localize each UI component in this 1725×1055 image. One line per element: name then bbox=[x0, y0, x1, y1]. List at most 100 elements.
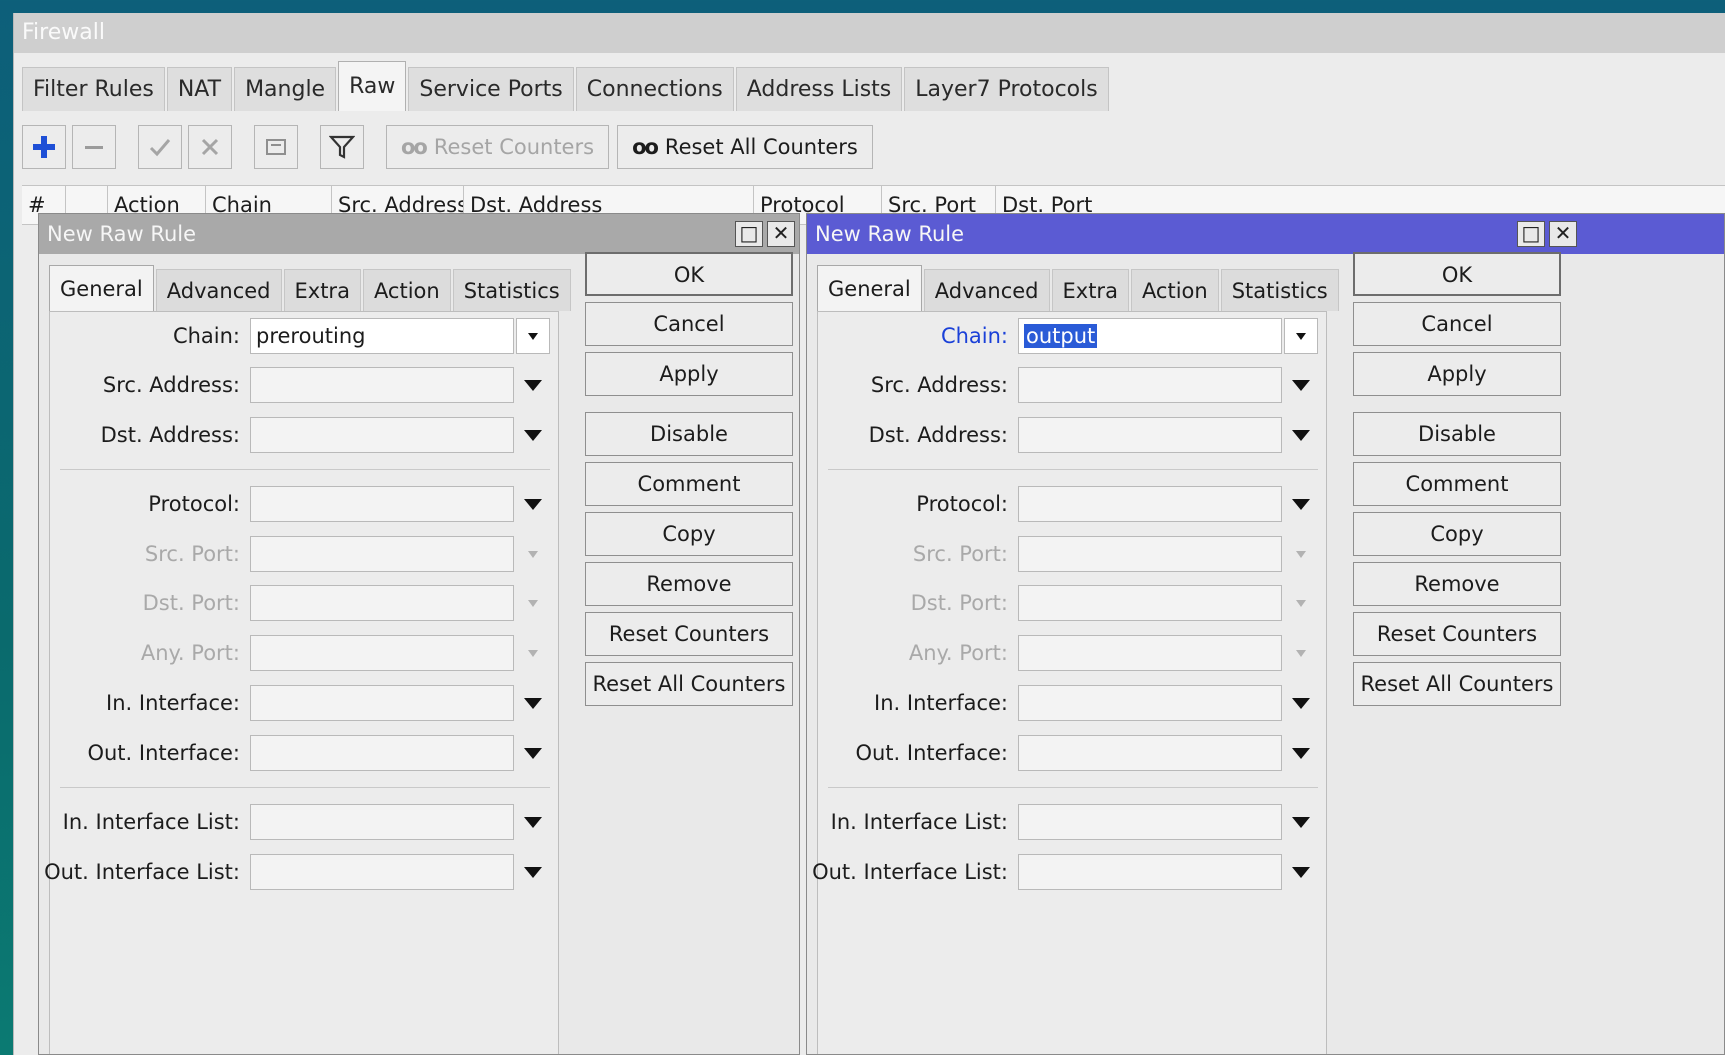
maximize-icon[interactable]: □ bbox=[1517, 221, 1545, 247]
src-port-input[interactable] bbox=[1018, 536, 1282, 572]
remove-button[interactable]: Remove bbox=[1353, 562, 1561, 606]
filter-button[interactable] bbox=[320, 125, 364, 169]
any-port-dropdown-button[interactable] bbox=[516, 635, 550, 671]
ok-button[interactable]: OK bbox=[585, 252, 793, 296]
maximize-icon[interactable]: □ bbox=[735, 221, 763, 247]
add-button[interactable] bbox=[22, 125, 66, 169]
reset-all-counters-button[interactable]: oo Reset All Counters bbox=[617, 125, 873, 169]
src-port-input[interactable] bbox=[250, 536, 514, 572]
protocol-dropdown-button[interactable] bbox=[516, 486, 550, 522]
protocol-dropdown-button[interactable] bbox=[1284, 486, 1318, 522]
src-address-dropdown-button[interactable] bbox=[1284, 367, 1318, 403]
tab-statistics[interactable]: Statistics bbox=[452, 269, 571, 311]
copy-button[interactable]: Copy bbox=[1353, 512, 1561, 556]
out-interface-dropdown-button[interactable] bbox=[516, 735, 550, 771]
tab-layer7-protocols[interactable]: Layer7 Protocols bbox=[904, 67, 1109, 111]
in-interface-list-dropdown-button[interactable] bbox=[1284, 804, 1318, 840]
ok-button[interactable]: OK bbox=[1353, 252, 1561, 296]
protocol-input[interactable] bbox=[250, 486, 514, 522]
out-interface-input[interactable] bbox=[1018, 735, 1282, 771]
tab-nat[interactable]: NAT bbox=[166, 67, 233, 111]
tab-extra[interactable]: Extra bbox=[1051, 269, 1129, 311]
close-icon[interactable]: ✕ bbox=[1549, 221, 1577, 247]
in-interface-list-dropdown-button[interactable] bbox=[516, 804, 550, 840]
tab-connections[interactable]: Connections bbox=[575, 67, 734, 111]
tab-extra[interactable]: Extra bbox=[283, 269, 361, 311]
dst-port-input[interactable] bbox=[1018, 585, 1282, 621]
tab-statistics[interactable]: Statistics bbox=[1220, 269, 1339, 311]
in-interface-dropdown-button[interactable] bbox=[1284, 685, 1318, 721]
close-icon[interactable]: ✕ bbox=[767, 221, 795, 247]
remove-button[interactable] bbox=[72, 125, 116, 169]
disable-button[interactable] bbox=[188, 125, 232, 169]
out-interface-list-dropdown-button[interactable] bbox=[516, 854, 550, 890]
apply-button[interactable]: Apply bbox=[585, 352, 793, 396]
tab-action[interactable]: Action bbox=[362, 269, 451, 311]
tab-advanced[interactable]: Advanced bbox=[923, 269, 1050, 311]
counters-icon: oo bbox=[401, 135, 428, 159]
dst-port-label: Dst. Port: bbox=[910, 591, 1008, 615]
out-interface-dropdown-button[interactable] bbox=[1284, 735, 1318, 771]
tab-raw[interactable]: Raw bbox=[338, 61, 407, 111]
reset-counters-button[interactable]: Reset Counters bbox=[585, 612, 793, 656]
out-interface-input[interactable] bbox=[250, 735, 514, 771]
dst-address-input[interactable] bbox=[250, 417, 514, 453]
cancel-button[interactable]: Cancel bbox=[1353, 302, 1561, 346]
src-address-input[interactable] bbox=[250, 367, 514, 403]
tab-general[interactable]: General bbox=[817, 265, 922, 313]
chain-input[interactable]: prerouting bbox=[250, 318, 514, 354]
tab-address-lists[interactable]: Address Lists bbox=[735, 67, 903, 111]
reset-all-counters-button[interactable]: Reset All Counters bbox=[585, 662, 793, 706]
dialog-title: New Raw Rule □ ✕ bbox=[39, 214, 799, 254]
comment-button[interactable]: Comment bbox=[585, 462, 793, 506]
src-port-dropdown-button[interactable] bbox=[1284, 536, 1318, 572]
tab-filter-rules[interactable]: Filter Rules bbox=[22, 67, 165, 111]
reset-counters-button[interactable]: Reset Counters bbox=[1353, 612, 1561, 656]
comment-button[interactable] bbox=[254, 125, 298, 169]
tab-mangle[interactable]: Mangle bbox=[234, 67, 337, 111]
chain-dropdown-button[interactable] bbox=[516, 318, 550, 354]
dst-address-dropdown-button[interactable] bbox=[1284, 417, 1318, 453]
chain-dropdown-button[interactable] bbox=[1284, 318, 1318, 354]
in-interface-input[interactable] bbox=[250, 685, 514, 721]
in-interface-dropdown-button[interactable] bbox=[516, 685, 550, 721]
dst-port-dropdown-button[interactable] bbox=[516, 585, 550, 621]
chevron-down-icon bbox=[1292, 697, 1310, 709]
comment-button[interactable]: Comment bbox=[1353, 462, 1561, 506]
copy-button[interactable]: Copy bbox=[585, 512, 793, 556]
protocol-input[interactable] bbox=[1018, 486, 1282, 522]
src-address-input[interactable] bbox=[1018, 367, 1282, 403]
dst-port-input[interactable] bbox=[250, 585, 514, 621]
any-port-input[interactable] bbox=[1018, 635, 1282, 671]
out-interface-list-input[interactable] bbox=[1018, 854, 1282, 890]
enable-button[interactable] bbox=[138, 125, 182, 169]
any-port-input[interactable] bbox=[250, 635, 514, 671]
src-address-dropdown-button[interactable] bbox=[516, 367, 550, 403]
out-interface-list-dropdown-button[interactable] bbox=[1284, 854, 1318, 890]
reset-counters-button[interactable]: oo Reset Counters bbox=[386, 125, 610, 169]
in-interface-list-input[interactable] bbox=[1018, 804, 1282, 840]
disable-button[interactable]: Disable bbox=[585, 412, 793, 456]
tab-general[interactable]: General bbox=[49, 265, 154, 313]
in-interface-list-input[interactable] bbox=[250, 804, 514, 840]
cancel-button[interactable]: Cancel bbox=[585, 302, 793, 346]
tab-advanced[interactable]: Advanced bbox=[155, 269, 282, 311]
dst-address-dropdown-button[interactable] bbox=[516, 417, 550, 453]
dst-address-input[interactable] bbox=[1018, 417, 1282, 453]
tab-action[interactable]: Action bbox=[1130, 269, 1219, 311]
tab-service-ports[interactable]: Service Ports bbox=[408, 67, 574, 111]
out-interface-list-input[interactable] bbox=[250, 854, 514, 890]
chevron-down-icon bbox=[1296, 332, 1306, 340]
chain-input-selected-text: output bbox=[1024, 324, 1098, 348]
chevron-down-icon bbox=[1292, 816, 1310, 828]
chain-input[interactable]: output bbox=[1018, 318, 1282, 354]
src-port-dropdown-button[interactable] bbox=[516, 536, 550, 572]
remove-button[interactable]: Remove bbox=[585, 562, 793, 606]
in-interface-input[interactable] bbox=[1018, 685, 1282, 721]
dst-port-dropdown-button[interactable] bbox=[1284, 585, 1318, 621]
disable-button[interactable]: Disable bbox=[1353, 412, 1561, 456]
apply-button[interactable]: Apply bbox=[1353, 352, 1561, 396]
reset-all-counters-button[interactable]: Reset All Counters bbox=[1353, 662, 1561, 706]
dst-address-label: Dst. Address: bbox=[868, 423, 1008, 447]
any-port-dropdown-button[interactable] bbox=[1284, 635, 1318, 671]
